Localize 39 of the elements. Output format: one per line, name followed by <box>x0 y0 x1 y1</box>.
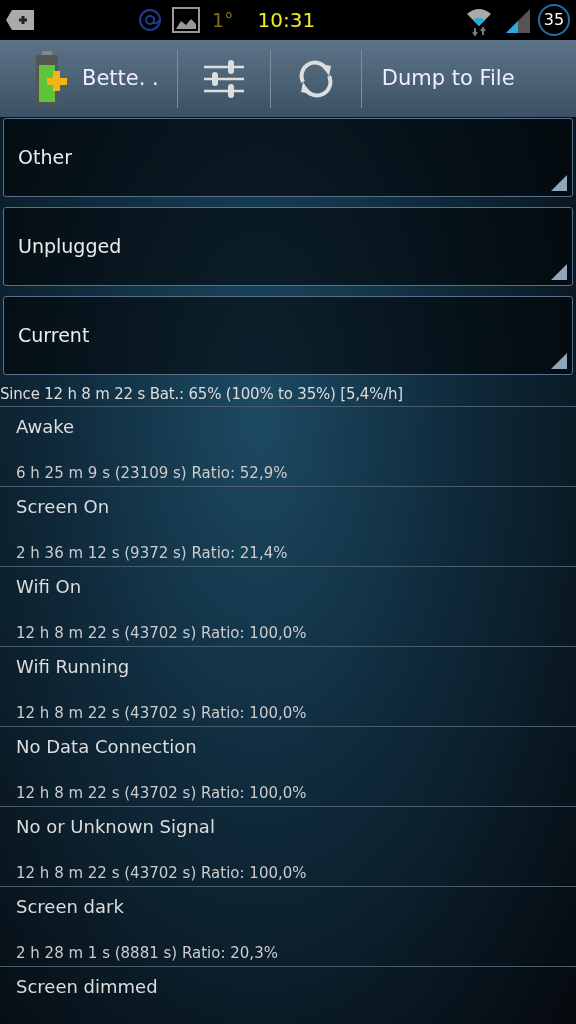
dropdown-arrow-icon <box>551 353 567 369</box>
battery-level-text: 35 <box>538 4 570 36</box>
row-detail: 6 h 25 m 9 s (23109 s) Ratio: 52,9% <box>16 463 288 484</box>
image-icon <box>172 7 200 33</box>
row-title: No Data Connection <box>16 735 197 759</box>
dump-to-file-button[interactable]: Dump to File <box>361 40 525 117</box>
list-row[interactable]: Screen dark 2 h 28 m 1 s (8881 s) Ratio: 20,3% <box>0 886 576 966</box>
row-detail: 12 h 8 m 22 s (43702 s) Ratio: 100,0% <box>16 863 307 884</box>
dropdown[interactable]: Other <box>3 118 573 197</box>
sliders-icon <box>203 58 244 99</box>
dropdown-arrow-icon <box>551 264 567 280</box>
clock-time: 10:31 <box>257 7 316 34</box>
row-detail: 12 h 8 m 22 s (43702 s) Ratio: 100,0% <box>16 783 307 804</box>
list-row[interactable]: Screen dimmed <box>0 966 576 1024</box>
list-row[interactable]: No or Unknown Signal 12 h 8 m 22 s (43702 s) Ratio: 100,0% <box>0 806 576 886</box>
row-detail: 2 h 28 m 1 s (8881 s) Ratio: 20,3% <box>16 943 278 964</box>
list-row[interactable]: Screen On 2 h 36 m 12 s (9372 s) Ratio: 21,4% <box>0 486 576 566</box>
list-row[interactable]: Wifi On 12 h 8 m 22 s (43702 s) Ratio: 100,0% <box>0 566 576 646</box>
add-notification-icon <box>6 8 36 32</box>
at-sign-icon <box>138 8 162 32</box>
row-detail: 2 h 36 m 12 s (9372 s) Ratio: 21,4% <box>16 543 288 564</box>
dropdown[interactable]: Unplugged <box>3 207 573 286</box>
list-row[interactable]: No Data Connection 12 h 8 m 22 s (43702 s) Ratio: 100,0% <box>0 726 576 806</box>
row-title: Screen dimmed <box>16 975 158 999</box>
app-menu-button[interactable]: Bette. . <box>0 40 169 117</box>
row-title: Awake <box>16 415 75 439</box>
row-detail: 12 h 8 m 22 s (43702 s) Ratio: 100,0% <box>16 703 307 724</box>
row-title: No or Unknown Signal <box>16 815 215 839</box>
list-row[interactable]: Awake 6 h 25 m 9 s (23109 s) Ratio: 52,9% <box>0 406 576 486</box>
temperature-text: 1° <box>212 7 234 33</box>
list-row[interactable]: Wifi Running 12 h 8 m 22 s (43702 s) Ratio: 100,0% <box>0 646 576 726</box>
row-detail: 12 h 8 m 22 s (43702 s) Ratio: 100,0% <box>16 623 307 644</box>
row-title: Screen dark <box>16 895 124 919</box>
summary-text: Since 12 h 8 m 22 s Bat.: 65% (100% to 35%) [5,4%/h] <box>0 384 405 405</box>
row-title: Wifi Running <box>16 655 130 679</box>
row-title: Wifi On <box>16 575 82 599</box>
dropdown[interactable]: Current <box>3 296 573 375</box>
row-title: Screen On <box>16 495 110 519</box>
dropdown-arrow-icon <box>551 175 567 191</box>
